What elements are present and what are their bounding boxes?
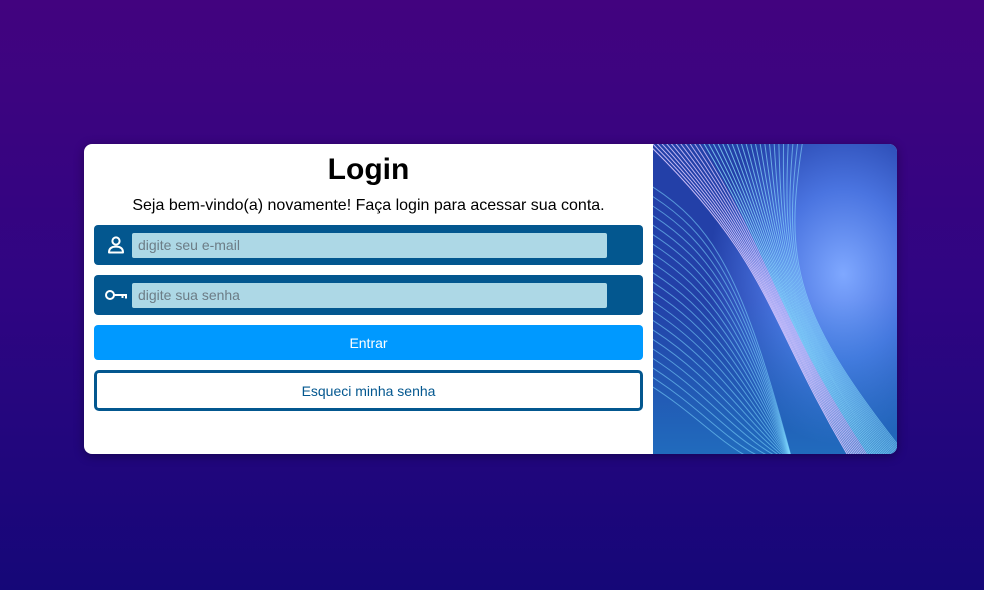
login-form: Login Seja bem-vindo(a) novamente! Faça …	[84, 144, 653, 454]
login-card: Login Seja bem-vindo(a) novamente! Faça …	[84, 144, 897, 454]
password-input[interactable]	[132, 282, 607, 308]
email-input[interactable]	[132, 232, 607, 258]
user-icon	[104, 233, 128, 257]
login-button[interactable]: Entrar	[94, 325, 643, 360]
page-title: Login	[327, 153, 410, 186]
decorative-wave-image	[653, 144, 897, 454]
key-icon	[104, 283, 128, 307]
password-field-group	[94, 275, 643, 315]
email-field-group	[94, 225, 643, 265]
welcome-subtitle: Seja bem-vindo(a) novamente! Faça login …	[132, 197, 605, 214]
forgot-password-button[interactable]: Esqueci minha senha	[94, 370, 643, 411]
